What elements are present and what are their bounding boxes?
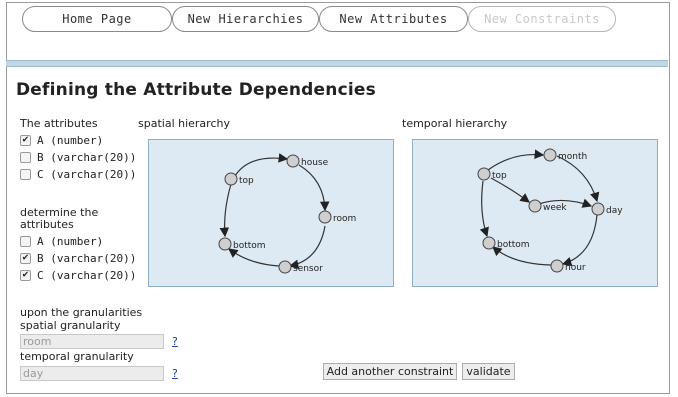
node-top — [224, 172, 238, 186]
edge-house-room — [298, 164, 330, 212]
new-constraints-button: New Constraints — [468, 6, 616, 32]
node-week-label: week — [543, 203, 567, 213]
section-divider — [6, 60, 668, 67]
node-month-label: month — [558, 152, 587, 162]
spatial-granularity-label: spatial granularity — [20, 319, 121, 332]
determine-c-label: C (varchar(20)) — [37, 268, 137, 282]
new-hierarchies-button[interactable]: New Hierarchies — [172, 6, 319, 32]
add-another-constraint-button[interactable]: Add another constraint — [323, 363, 457, 380]
node-bottom-label: bottom — [497, 240, 530, 250]
determine-c-row[interactable]: ✔ C (varchar(20)) — [20, 267, 136, 283]
determine-b-row[interactable]: ✔ B (varchar(20)) — [20, 250, 136, 266]
node-day-label: day — [606, 206, 623, 216]
edge-sensor-bottom — [228, 248, 280, 267]
node-top-label: top — [239, 176, 254, 186]
granularities-label: upon the granularities — [20, 306, 143, 319]
node-room — [318, 210, 332, 224]
temporal-hierarchy-label: temporal hierarchy — [402, 117, 508, 130]
node-room-label: room — [333, 214, 356, 224]
attribute-c-label: C (varchar(20)) — [37, 167, 137, 181]
temporal-granularity-help-link[interactable]: ? — [172, 367, 178, 380]
node-day — [591, 202, 605, 216]
node-hour — [550, 259, 564, 273]
node-bottom — [218, 237, 232, 251]
node-week — [528, 199, 542, 213]
validate-button[interactable]: validate — [462, 363, 515, 380]
determine-b-checkbox[interactable]: ✔ — [20, 252, 31, 264]
edge-top-bottom — [479, 180, 489, 238]
attribute-a-label: A (number) — [37, 133, 104, 147]
determine-label-line2: attributes — [20, 218, 74, 231]
node-hour-label: hour — [565, 263, 586, 273]
node-bottom — [482, 236, 496, 250]
temporal-granularity-field[interactable]: day — [20, 366, 164, 381]
determine-b-label: B (varchar(20)) — [37, 251, 137, 265]
edge-top-week — [490, 177, 530, 203]
attribute-a-checkbox[interactable]: ✔ — [20, 134, 31, 146]
edge-top-month — [487, 149, 545, 171]
attribute-a-row[interactable]: ✔ A (number) — [20, 132, 103, 148]
page-title: Defining the Attribute Dependencies — [16, 80, 376, 100]
attribute-b-checkbox[interactable] — [20, 151, 31, 163]
edge-month-day — [556, 155, 600, 203]
node-house-label: house — [301, 158, 329, 168]
determine-a-checkbox[interactable] — [20, 235, 31, 247]
new-attributes-button[interactable]: New Attributes — [319, 6, 468, 32]
edge-room-sensor — [288, 225, 326, 269]
attribute-b-label: B (varchar(20)) — [37, 150, 137, 164]
node-month — [543, 148, 557, 162]
spatial-hierarchy-graph: top house room sensor bottom — [218, 153, 356, 274]
attribute-c-checkbox[interactable] — [20, 168, 31, 180]
determine-a-row[interactable]: A (number) — [20, 233, 103, 249]
edge-top-house — [234, 153, 289, 177]
attribute-b-row[interactable]: B (varchar(20)) — [20, 149, 136, 165]
temporal-granularity-label: temporal granularity — [20, 350, 134, 363]
node-top-label: top — [492, 171, 507, 181]
node-top — [477, 167, 491, 181]
temporal-hierarchy-graph: top month week day hour bottom — [477, 148, 623, 273]
edge-day-hour — [561, 214, 598, 267]
edge-top-bottom — [219, 183, 232, 238]
node-house — [286, 154, 300, 168]
determine-c-checkbox[interactable]: ✔ — [20, 269, 31, 281]
attributes-label: The attributes — [20, 117, 98, 130]
determine-a-label: A (number) — [37, 234, 104, 248]
temporal-hierarchy-panel[interactable]: top month week day hour bottom — [412, 139, 658, 287]
attribute-c-row[interactable]: C (varchar(20)) — [20, 166, 136, 182]
node-sensor — [278, 260, 292, 274]
node-sensor-label: sensor — [293, 264, 323, 274]
spatial-hierarchy-label: spatial hierarchy — [138, 117, 230, 130]
spatial-granularity-field[interactable]: room — [20, 334, 164, 349]
home-page-button[interactable]: Home Page — [22, 6, 172, 32]
spatial-hierarchy-panel[interactable]: top house room sensor bottom — [148, 139, 394, 287]
spatial-granularity-help-link[interactable]: ? — [172, 335, 178, 348]
node-bottom-label: bottom — [233, 241, 266, 251]
